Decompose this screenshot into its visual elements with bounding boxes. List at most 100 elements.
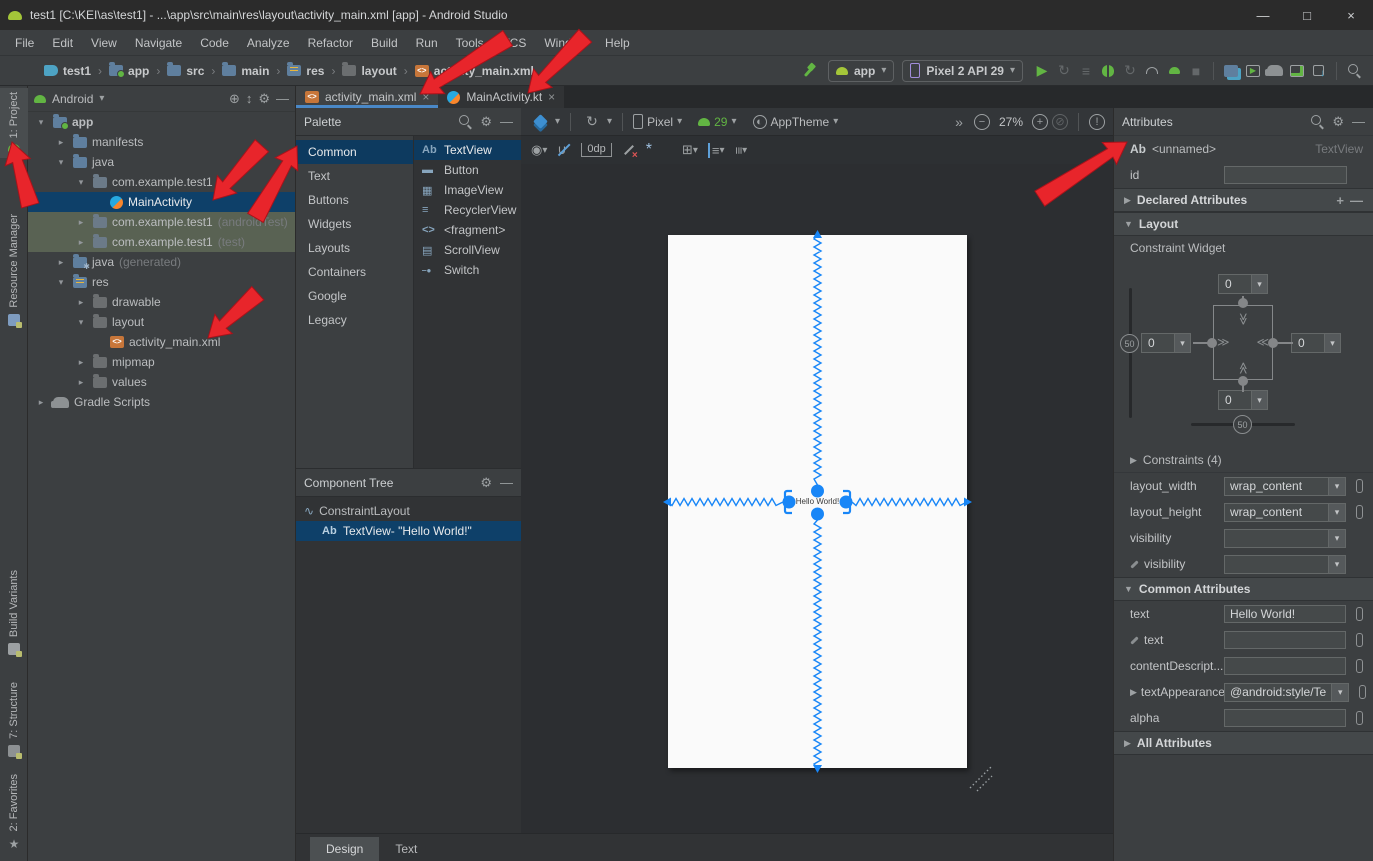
overflow-icon[interactable]: » [948, 111, 970, 133]
guidelines-select[interactable]: ≡▾ [735, 143, 748, 158]
tool-window-project[interactable]: 1: Project [0, 88, 28, 158]
align-select[interactable]: ≡▾ [708, 143, 725, 158]
maximize-button[interactable]: □ [1285, 0, 1329, 30]
tool-window-resource-manager[interactable]: Resource Manager [0, 214, 28, 326]
palette-item-recyclerview[interactable]: ≡RecyclerView↓ [414, 200, 521, 220]
orientation-select[interactable]: ↻ [581, 111, 603, 133]
pack-select[interactable]: ⊞▾ [682, 142, 698, 158]
issue-panel-icon[interactable]: ! [1089, 114, 1105, 130]
gradle-sync-icon[interactable] [1264, 60, 1286, 82]
palette-category-common[interactable]: Common [296, 140, 413, 164]
tree-item-drawable[interactable]: ▸drawable [28, 292, 295, 312]
menu-window[interactable]: Window [535, 32, 596, 54]
hide-panel-icon[interactable]: — [500, 475, 513, 490]
gear-icon[interactable]: ⚙ [258, 91, 270, 107]
visibility-combo[interactable]: ▾ [1224, 529, 1346, 548]
vertical-bias-slider[interactable] [1129, 288, 1132, 418]
api-version-select[interactable]: 29 [714, 115, 727, 129]
palette-category-legacy[interactable]: Legacy [296, 308, 413, 332]
pick-resource-icon[interactable] [1356, 607, 1363, 621]
tree-item-manifests[interactable]: ▸manifests [28, 132, 295, 152]
zoom-out-button[interactable]: − [974, 114, 990, 130]
apply-changes-icon[interactable]: ↻ [1053, 60, 1075, 82]
tool-window-build-variants[interactable]: Build Variants [0, 570, 28, 655]
tree-item-app[interactable]: ▾app [28, 112, 295, 132]
palette-category-widgets[interactable]: Widgets [296, 212, 413, 236]
design-canvas[interactable]: Hello World! [521, 164, 1113, 833]
alpha-input[interactable] [1224, 709, 1346, 727]
tree-item-res[interactable]: ▾res [28, 272, 295, 292]
pick-resource-icon[interactable] [1356, 711, 1363, 725]
palette-item-textview[interactable]: AbTextView [414, 140, 521, 160]
tree-item-java[interactable]: ▾java [28, 152, 295, 172]
section-all-attributes[interactable]: ▶ All Attributes [1114, 731, 1373, 755]
horizontal-bias-value[interactable]: 50 [1233, 415, 1252, 434]
menu-run[interactable]: Run [407, 32, 447, 54]
tree-item-layout[interactable]: ▾layout [28, 312, 295, 332]
sdk-manager-icon[interactable] [1286, 60, 1308, 82]
add-attribute-icon[interactable]: + [1336, 193, 1344, 208]
canvas-textview[interactable]: Hello World! [785, 491, 850, 513]
palette-item-switch[interactable]: ‒●Switch [414, 260, 521, 280]
menu-code[interactable]: Code [191, 32, 238, 54]
tab-text[interactable]: Text [379, 837, 433, 861]
palette-category-google[interactable]: Google [296, 284, 413, 308]
margin-left-combo[interactable]: 0▾ [1141, 333, 1191, 353]
breadcrumb-test1[interactable]: test1 [44, 64, 91, 78]
menu-refactor[interactable]: Refactor [299, 32, 362, 54]
constraint-anchor-bottom[interactable] [1238, 376, 1248, 386]
pick-resource-icon[interactable] [1356, 659, 1363, 673]
theme-select[interactable]: AppTheme [771, 115, 830, 129]
tab-close-icon[interactable]: × [548, 90, 555, 104]
debug-button[interactable] [1097, 60, 1119, 82]
palette-item-imageview[interactable]: ▦ImageView [414, 180, 521, 200]
hide-panel-icon[interactable]: — [276, 91, 289, 106]
search-icon[interactable] [459, 115, 472, 128]
default-margin-control[interactable]: 0dp [581, 143, 611, 157]
pick-resource-icon[interactable] [1356, 479, 1363, 493]
pick-resource-icon[interactable] [1356, 633, 1363, 647]
section-layout[interactable]: ▼ Layout [1114, 212, 1373, 236]
gear-icon[interactable]: ⚙ [480, 114, 492, 130]
tree-item-activity-main-xml[interactable]: <>activity_main.xml [28, 332, 295, 352]
apply-code-changes-icon[interactable]: ≡ [1075, 60, 1097, 82]
tree-item-package-androidtest[interactable]: ▸com.example.test1(androidTest) [28, 212, 295, 232]
stop-button[interactable]: ■ [1185, 60, 1207, 82]
tree-item-package-test[interactable]: ▸com.example.test1(test) [28, 232, 295, 252]
menu-help[interactable]: Help [596, 32, 639, 54]
remove-attribute-icon[interactable]: — [1350, 193, 1363, 208]
palette-category-buttons[interactable]: Buttons [296, 188, 413, 212]
hide-panel-icon[interactable]: — [500, 114, 513, 129]
autoconnect-magnet-icon[interactable]: ∪ [557, 143, 571, 157]
layout-height-combo[interactable]: wrap_content▾ [1224, 503, 1346, 522]
breadcrumb-main[interactable]: main [222, 64, 269, 78]
section-declared-attributes[interactable]: ▶ Declared Attributes + — [1114, 188, 1373, 212]
device-select[interactable]: Pixel 2 API 29▾ [902, 60, 1023, 82]
device-file-explorer-icon[interactable] [1220, 60, 1242, 82]
search-icon[interactable] [1311, 115, 1324, 128]
margin-top-combo[interactable]: 0▾ [1218, 274, 1268, 294]
view-options-select[interactable]: ◉▾ [531, 142, 547, 158]
pick-resource-icon[interactable] [1359, 685, 1366, 699]
palette-category-text[interactable]: Text [296, 164, 413, 188]
design-surface-select[interactable] [529, 111, 551, 133]
build-hammer-icon[interactable] [802, 63, 818, 79]
tree-item-values[interactable]: ▸values [28, 372, 295, 392]
breadcrumb-src[interactable]: src [167, 64, 204, 78]
close-button[interactable]: × [1329, 0, 1373, 30]
run-button[interactable]: ▶ [1031, 60, 1053, 82]
content-description-input[interactable] [1224, 657, 1346, 675]
hide-panel-icon[interactable]: — [1352, 114, 1365, 129]
menu-tools[interactable]: Tools [447, 32, 493, 54]
clear-constraints-icon[interactable] [622, 143, 636, 157]
tab-activity-main-xml[interactable]: <> activity_main.xml × [296, 86, 438, 108]
tab-design[interactable]: Design [310, 837, 379, 861]
search-everywhere-icon[interactable] [1343, 60, 1365, 82]
profile-icon[interactable]: ↻ [1119, 60, 1141, 82]
palette-item-scrollview[interactable]: ▤ScrollView [414, 240, 521, 260]
palette-item-fragment[interactable]: <><fragment> [414, 220, 521, 240]
menu-build[interactable]: Build [362, 32, 407, 54]
tool-window-structure[interactable]: 7: Structure [0, 682, 28, 757]
profiler-gauge-icon[interactable] [1141, 60, 1163, 82]
project-view-selector[interactable]: Android [52, 92, 93, 106]
